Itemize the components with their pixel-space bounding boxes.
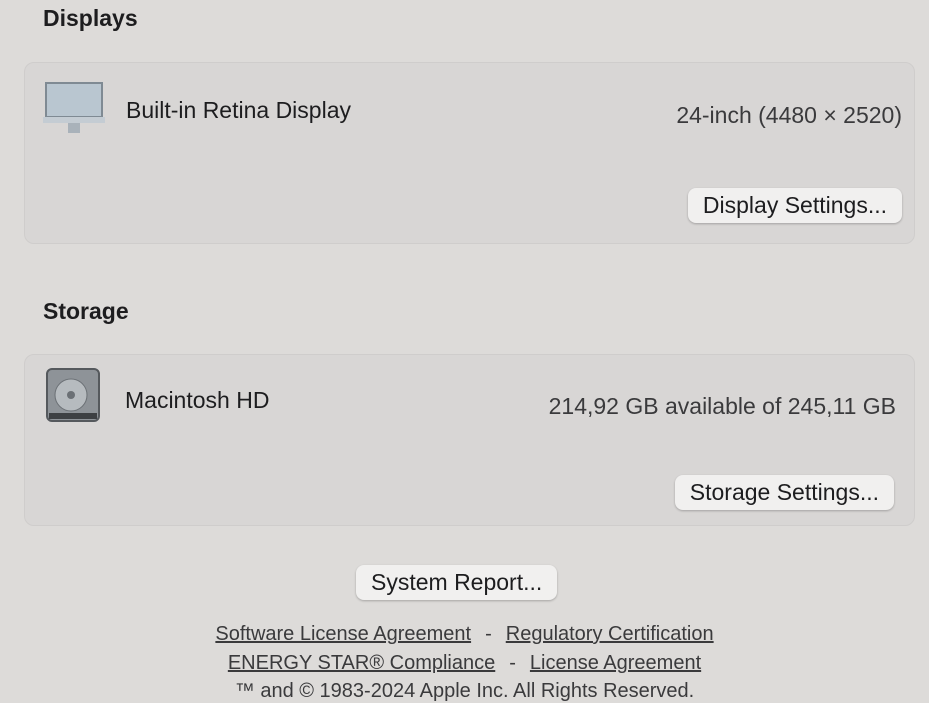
regulatory-certification-link[interactable]: Regulatory Certification	[506, 623, 714, 645]
display-spec: 24-inch (4480 × 2520)	[676, 102, 902, 128]
license-agreement-link[interactable]: License Agreement	[530, 652, 701, 674]
system-report-button[interactable]: System Report...	[356, 565, 558, 600]
software-license-agreement-link[interactable]: Software License Agreement	[215, 623, 471, 645]
footer-separator: -	[509, 652, 516, 674]
hard-drive-icon	[46, 368, 100, 422]
display-settings-button[interactable]: Display Settings...	[687, 188, 902, 223]
display-name: Built-in Retina Display	[126, 97, 351, 123]
footer-separator: -	[485, 623, 492, 645]
storage-settings-button[interactable]: Storage Settings...	[674, 475, 894, 510]
display-icon	[43, 82, 105, 133]
energy-star-compliance-link[interactable]: ENERGY STAR® Compliance	[228, 652, 495, 674]
footer-links-row2: ENERGY STAR® Compliance - License Agreemen…	[0, 652, 929, 675]
storage-spec: 214,92 GB available of 245,11 GB	[548, 393, 896, 419]
storage-name: Macintosh HD	[125, 387, 270, 413]
displays-panel: Built-in Retina Display 24-inch (4480 × …	[24, 62, 915, 244]
displays-heading: Displays	[43, 5, 138, 31]
footer-links-row1: Software License Agreement - Regulatory Ce…	[0, 623, 929, 646]
storage-heading: Storage	[43, 298, 129, 324]
storage-panel: Macintosh HD 214,92 GB available of 245,…	[24, 354, 915, 526]
copyright-text: ™ and © 1983-2024 Apple Inc. All Rights …	[234, 680, 695, 702]
